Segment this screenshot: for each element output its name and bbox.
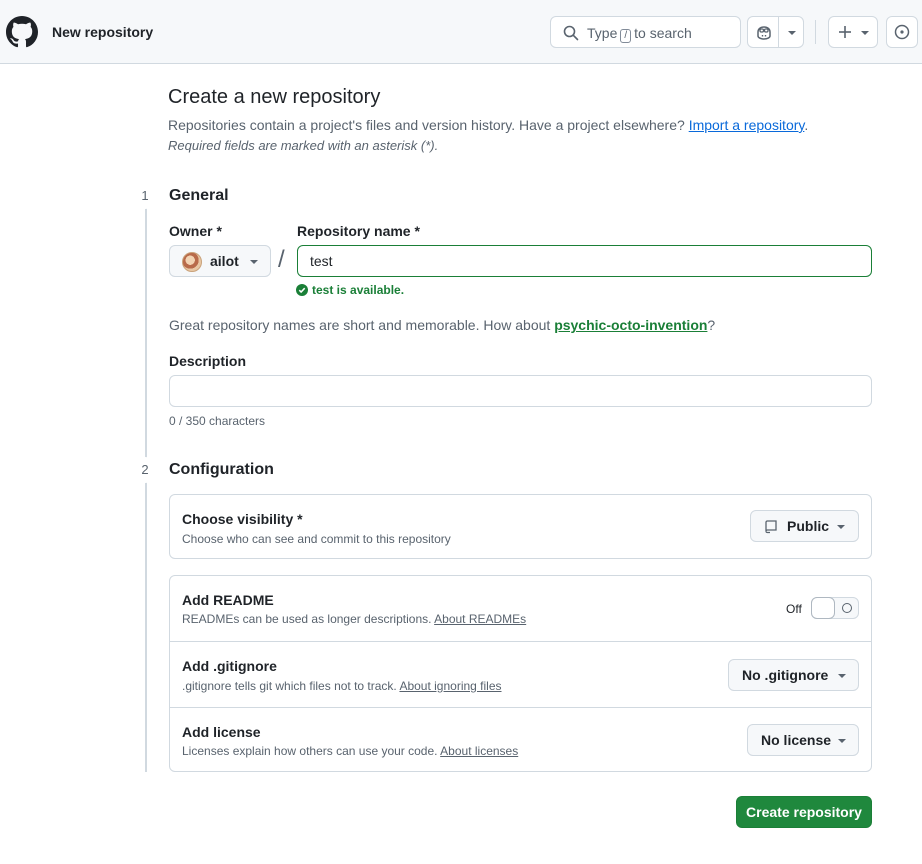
steps-timeline bbox=[145, 196, 147, 772]
readme-row: Add README READMEs can be used as longer… bbox=[170, 576, 871, 641]
owner-repo-separator: / bbox=[278, 246, 285, 273]
visibility-card: Choose visibility * Choose who can see a… bbox=[169, 494, 872, 559]
create-new-button[interactable] bbox=[828, 16, 878, 48]
header-title: New repository bbox=[52, 24, 154, 40]
availability-message: test is available. bbox=[296, 283, 404, 297]
license-row: Add license Licenses explain how others … bbox=[170, 707, 871, 771]
search-shortcut-key: / bbox=[620, 29, 632, 43]
about-licenses-link[interactable]: About licenses bbox=[440, 744, 518, 758]
visibility-title: Choose visibility * bbox=[182, 511, 303, 527]
gitignore-row: Add .gitignore .gitignore tells git whic… bbox=[170, 641, 871, 707]
gitignore-title: Add .gitignore bbox=[182, 658, 277, 674]
gitignore-value: No .gitignore bbox=[742, 667, 829, 683]
description-char-count: 0 / 350 characters bbox=[169, 414, 266, 428]
visibility-select[interactable]: Public bbox=[750, 510, 859, 542]
chevron-down-icon bbox=[838, 674, 846, 678]
gitignore-select[interactable]: No .gitignore bbox=[728, 659, 859, 691]
gitignore-description: .gitignore tells git which files not to … bbox=[182, 679, 502, 693]
repository-name-input[interactable] bbox=[297, 245, 872, 277]
search-icon bbox=[563, 25, 579, 41]
description-input[interactable] bbox=[169, 375, 872, 407]
chevron-down-icon bbox=[838, 739, 846, 743]
copilot-icon bbox=[757, 26, 771, 40]
visibility-description: Choose who can see and commit to this re… bbox=[182, 532, 451, 546]
visibility-value: Public bbox=[787, 518, 830, 534]
readme-toggle[interactable] bbox=[811, 597, 859, 619]
owner-label: Owner * bbox=[169, 223, 222, 239]
step-number-configuration: 2 bbox=[132, 457, 158, 483]
repository-options-card: Add README READMEs can be used as longer… bbox=[169, 575, 872, 772]
section-title-configuration: Configuration bbox=[169, 461, 274, 478]
search-input[interactable]: Type / to search bbox=[550, 16, 741, 48]
github-logo-icon[interactable] bbox=[6, 16, 38, 48]
page-title: Create a new repository bbox=[168, 86, 381, 108]
suggested-name-link[interactable]: psychic-octo-invention bbox=[554, 317, 707, 333]
section-title-general: General bbox=[169, 187, 229, 204]
license-title: Add license bbox=[182, 724, 261, 740]
readme-toggle-label: Off bbox=[786, 602, 802, 616]
readme-title: Add README bbox=[182, 592, 274, 608]
about-readmes-link[interactable]: About READMEs bbox=[434, 612, 526, 626]
description-label: Description bbox=[169, 353, 247, 369]
step-number-general: 1 bbox=[132, 183, 158, 209]
license-value: No license bbox=[761, 732, 832, 748]
search-placeholder: Type / to search bbox=[587, 25, 692, 43]
header-divider bbox=[815, 20, 816, 44]
copilot-button[interactable] bbox=[747, 16, 779, 48]
license-description: Licenses explain how others can use your… bbox=[182, 744, 519, 758]
repo-icon bbox=[765, 520, 777, 534]
required-fields-note: Required fields are marked with an aster… bbox=[168, 138, 439, 153]
readme-description: READMEs can be used as longer descriptio… bbox=[182, 612, 527, 626]
import-repository-link[interactable]: Import a repository bbox=[689, 117, 805, 133]
create-repository-button[interactable]: Create repository bbox=[736, 796, 872, 828]
copilot-dropdown-button[interactable] bbox=[778, 16, 804, 48]
avatar bbox=[182, 252, 202, 272]
issues-button[interactable] bbox=[886, 16, 918, 48]
owner-name: ailot bbox=[210, 253, 239, 269]
issue-opened-icon bbox=[894, 24, 910, 40]
about-ignoring-files-link[interactable]: About ignoring files bbox=[399, 679, 501, 693]
chevron-down-icon bbox=[250, 260, 258, 264]
plus-icon bbox=[839, 26, 851, 38]
check-circle-fill-icon bbox=[296, 284, 308, 296]
app-header: New repository Type / to search bbox=[0, 0, 922, 64]
owner-select[interactable]: ailot bbox=[169, 245, 271, 277]
chevron-down-icon bbox=[837, 525, 845, 529]
page-subtitle: Repositories contain a project's files a… bbox=[168, 117, 809, 133]
toggle-knob bbox=[811, 597, 835, 619]
license-select[interactable]: No license bbox=[747, 724, 859, 756]
repository-name-label: Repository name * bbox=[297, 223, 420, 239]
name-suggestion: Great repository names are short and mem… bbox=[169, 317, 716, 333]
toggle-off-icon bbox=[842, 603, 852, 613]
chevron-down-icon bbox=[788, 31, 796, 35]
chevron-down-icon bbox=[861, 31, 869, 35]
